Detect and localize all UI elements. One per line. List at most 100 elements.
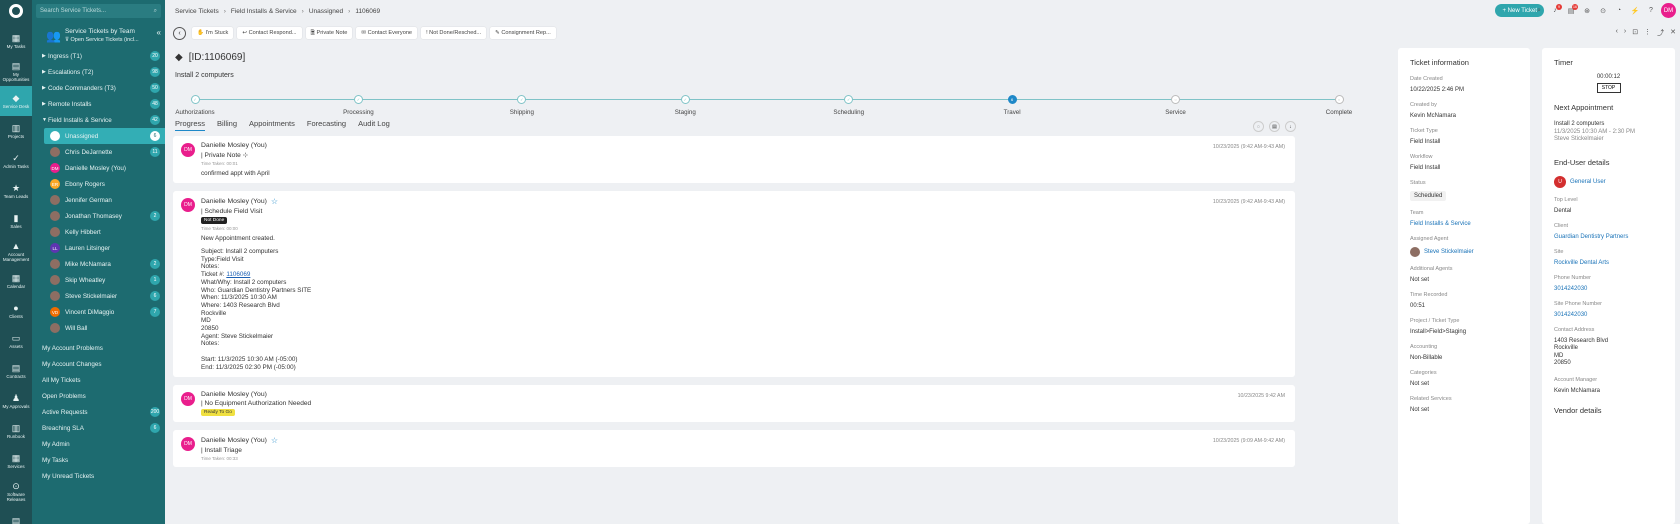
filter-all-my-tickets[interactable]: All My Tickets bbox=[32, 372, 165, 388]
field-value[interactable]: Rockville Dental Arts bbox=[1554, 260, 1663, 266]
rail-item-admin-tasks[interactable]: ✓ Admin Tasks bbox=[0, 146, 32, 176]
panel-filter[interactable]: ⊽ Open Service Tickets (incl... bbox=[65, 36, 139, 44]
field-value[interactable]: Field Installs & Service bbox=[1410, 221, 1518, 227]
author-name-text[interactable]: Danielle Mosley (You) bbox=[201, 142, 267, 149]
rail-item-my-tasks[interactable]: ▦ My Tasks bbox=[0, 26, 32, 56]
filter-breaching-sla[interactable]: Breaching SLA 6 bbox=[32, 420, 165, 436]
star-icon[interactable]: ☆ bbox=[271, 436, 278, 445]
end-user[interactable]: U General User bbox=[1554, 175, 1663, 188]
toolbar-icon-6[interactable]: ⚡ bbox=[1629, 4, 1641, 18]
user-skip-wheatley[interactable]: Skip Wheatley 1 bbox=[32, 272, 165, 288]
step-shipping[interactable]: ✓ Shipping bbox=[492, 92, 552, 116]
filter-active-requests[interactable]: Active Requests 200 bbox=[32, 404, 165, 420]
filter-my-unread-tickets[interactable]: My Unread Tickets bbox=[32, 468, 165, 484]
user-will-ball[interactable]: Will Ball bbox=[32, 320, 165, 336]
filter-my-tasks[interactable]: My Tasks bbox=[32, 452, 165, 468]
action-button[interactable]: ✎ Consignment Rep... bbox=[490, 27, 556, 39]
tab-forecasting[interactable]: Forecasting bbox=[307, 119, 346, 131]
search-icon[interactable]: ⌕ bbox=[154, 8, 157, 15]
back-icon[interactable]: ‹ bbox=[173, 26, 186, 40]
step-staging[interactable]: ✓ Staging bbox=[655, 92, 715, 116]
step-service[interactable]: ○ Service bbox=[1146, 92, 1206, 116]
rail-item-more[interactable]: ▤ bbox=[0, 506, 32, 524]
rail-item-team-leads[interactable]: ★ Team Leads bbox=[0, 176, 32, 206]
filter-open-problems[interactable]: Open Problems bbox=[32, 388, 165, 404]
toolbar-icon-7[interactable]: ? bbox=[1645, 4, 1657, 18]
rail-item-contracts[interactable]: ▤ Contracts bbox=[0, 356, 32, 386]
filter-my-account-problems[interactable]: My Account Problems bbox=[32, 340, 165, 356]
rail-item-my-opportunities[interactable]: ▤ My Opportunities bbox=[0, 56, 32, 86]
tab-appointments[interactable]: Appointments bbox=[249, 119, 295, 131]
group-code-commanders-t3[interactable]: ▶ Code Commanders (T3) 50 bbox=[32, 80, 165, 96]
rail-item-service-desk[interactable]: ◆ Service Desk bbox=[0, 86, 32, 116]
field-value[interactable]: 3014242030 bbox=[1554, 312, 1663, 318]
collapse-icon[interactable]: « bbox=[157, 29, 161, 37]
toolbar-icon-3[interactable]: ⊛ bbox=[1581, 4, 1593, 18]
step-processing[interactable]: ✓ Processing bbox=[328, 92, 388, 116]
print-icon[interactable]: ▤ bbox=[1269, 121, 1280, 132]
user-danielle-mosley-you[interactable]: DM Danielle Mosley (You) bbox=[32, 160, 165, 176]
author-name-text[interactable]: Danielle Mosley (You) bbox=[201, 198, 267, 205]
rail-item-runbook[interactable]: ▥ Runbook bbox=[0, 416, 32, 446]
user-lauren-litsinger[interactable]: LL Lauren Litsinger bbox=[32, 240, 165, 256]
action-button[interactable]: 🗎 Private Note bbox=[305, 27, 353, 39]
ticket-tool-icon[interactable]: ‹ bbox=[1616, 28, 1618, 38]
tab-audit-log[interactable]: Audit Log bbox=[358, 119, 390, 131]
ticket-tool-icon[interactable]: ✕ bbox=[1670, 28, 1676, 38]
agent-value[interactable]: Steve Stickelmaier bbox=[1410, 247, 1518, 257]
ticket-tool-icon[interactable]: › bbox=[1624, 28, 1626, 38]
group-escalations-t2[interactable]: ▶ Escalations (T2) 98 bbox=[32, 64, 165, 80]
star-icon[interactable]: ☆ bbox=[271, 197, 278, 206]
user-kelly-hibbert[interactable]: Kelly Hibbert bbox=[32, 224, 165, 240]
rail-item-account-management[interactable]: ▲ Account Management bbox=[0, 236, 32, 266]
rail-item-software-releases[interactable]: ⊙ Software Releases bbox=[0, 476, 32, 506]
toolbar-icon-1[interactable]: ♪ 9 bbox=[1549, 3, 1562, 18]
ticket-link[interactable]: 1106069 bbox=[226, 271, 250, 278]
step-authorizations[interactable]: ✓ Authorizations bbox=[165, 92, 225, 116]
user-jennifer-german[interactable]: Jennifer German bbox=[32, 192, 165, 208]
user-steve-stickelmaier[interactable]: Steve Stickelmaier 6 bbox=[32, 288, 165, 304]
step-complete[interactable]: ○ Complete bbox=[1309, 92, 1369, 116]
breadcrumb-item[interactable]: Unassigned bbox=[309, 8, 343, 15]
search-box[interactable]: Search Service Tickets... ⌕ bbox=[36, 4, 161, 18]
rail-item-sales[interactable]: ▮ Sales bbox=[0, 206, 32, 236]
toolbar-icon-4[interactable]: ⊙ bbox=[1597, 4, 1609, 18]
step-travel[interactable]: 6 Travel bbox=[982, 92, 1042, 116]
rail-item-assets[interactable]: ▭ Assets bbox=[0, 326, 32, 356]
rail-item-calendar[interactable]: ▦ Calendar bbox=[0, 266, 32, 296]
breadcrumb-item[interactable]: Service Tickets bbox=[175, 8, 219, 15]
field-value[interactable]: 3014242030 bbox=[1554, 286, 1663, 292]
toolbar-icon-0[interactable]: ⌕ bbox=[1533, 4, 1545, 18]
filter-my-account-changes[interactable]: My Account Changes bbox=[32, 356, 165, 372]
stop-button[interactable]: STOP bbox=[1596, 83, 1621, 93]
step-scheduling[interactable]: ✓ Scheduling bbox=[819, 92, 879, 116]
tab-progress[interactable]: Progress bbox=[175, 119, 206, 131]
field-value[interactable]: Guardian Dentistry Partners bbox=[1554, 234, 1663, 240]
filter-my-admin[interactable]: My Admin bbox=[32, 436, 165, 452]
comment-icon[interactable]: ◌ bbox=[1253, 121, 1264, 132]
user-unassigned[interactable]: Unassigned 6 bbox=[44, 128, 165, 144]
field-value[interactable]: Steve Stickelmaier bbox=[1424, 249, 1474, 255]
group-ingress-t1[interactable]: ▶ Ingress (T1) 20 bbox=[32, 48, 165, 64]
user-jonathan-thomasey[interactable]: Jonathan Thomasey 2 bbox=[32, 208, 165, 224]
author-name-text[interactable]: Danielle Mosley (You) bbox=[201, 437, 267, 444]
rail-item-services[interactable]: ▦ Services bbox=[0, 446, 32, 476]
rail-item-my-approvals[interactable]: ♟ My Approvals bbox=[0, 386, 32, 416]
ticket-tool-icon[interactable]: ⤴ bbox=[1657, 28, 1664, 38]
user-chris-dejarnette[interactable]: Chris DeJarnette 11 bbox=[32, 144, 165, 160]
author-name-text[interactable]: Danielle Mosley (You) bbox=[201, 391, 267, 398]
user-mike-mcnamara[interactable]: Mike McNamara 2 bbox=[32, 256, 165, 272]
breadcrumb-item[interactable]: 1106069 bbox=[355, 8, 380, 15]
search-input[interactable]: Search Service Tickets... bbox=[40, 8, 106, 14]
toolbar-icon-5[interactable]: ◔ bbox=[1613, 4, 1625, 18]
ticket-tool-icon[interactable]: ⊡ bbox=[1632, 28, 1638, 38]
action-button[interactable]: ✋ I'm Stuck bbox=[192, 27, 234, 39]
ticket-tool-icon[interactable]: ⋮ bbox=[1644, 28, 1651, 38]
user-avatar[interactable]: DM bbox=[1661, 3, 1676, 18]
toolbar-icon-2[interactable]: ▤ 16 bbox=[1565, 3, 1578, 18]
group-field-installs-service[interactable]: ▼ Field Installs & Service 42 bbox=[32, 112, 165, 128]
rail-item-projects[interactable]: ▥ Projects bbox=[0, 116, 32, 146]
action-button[interactable]: ✉ Contact Everyone bbox=[356, 27, 418, 39]
user-vincent-dimaggio[interactable]: VD Vincent DiMaggio 7 bbox=[32, 304, 165, 320]
action-button[interactable]: ↩ Contact Respond... bbox=[237, 27, 302, 39]
